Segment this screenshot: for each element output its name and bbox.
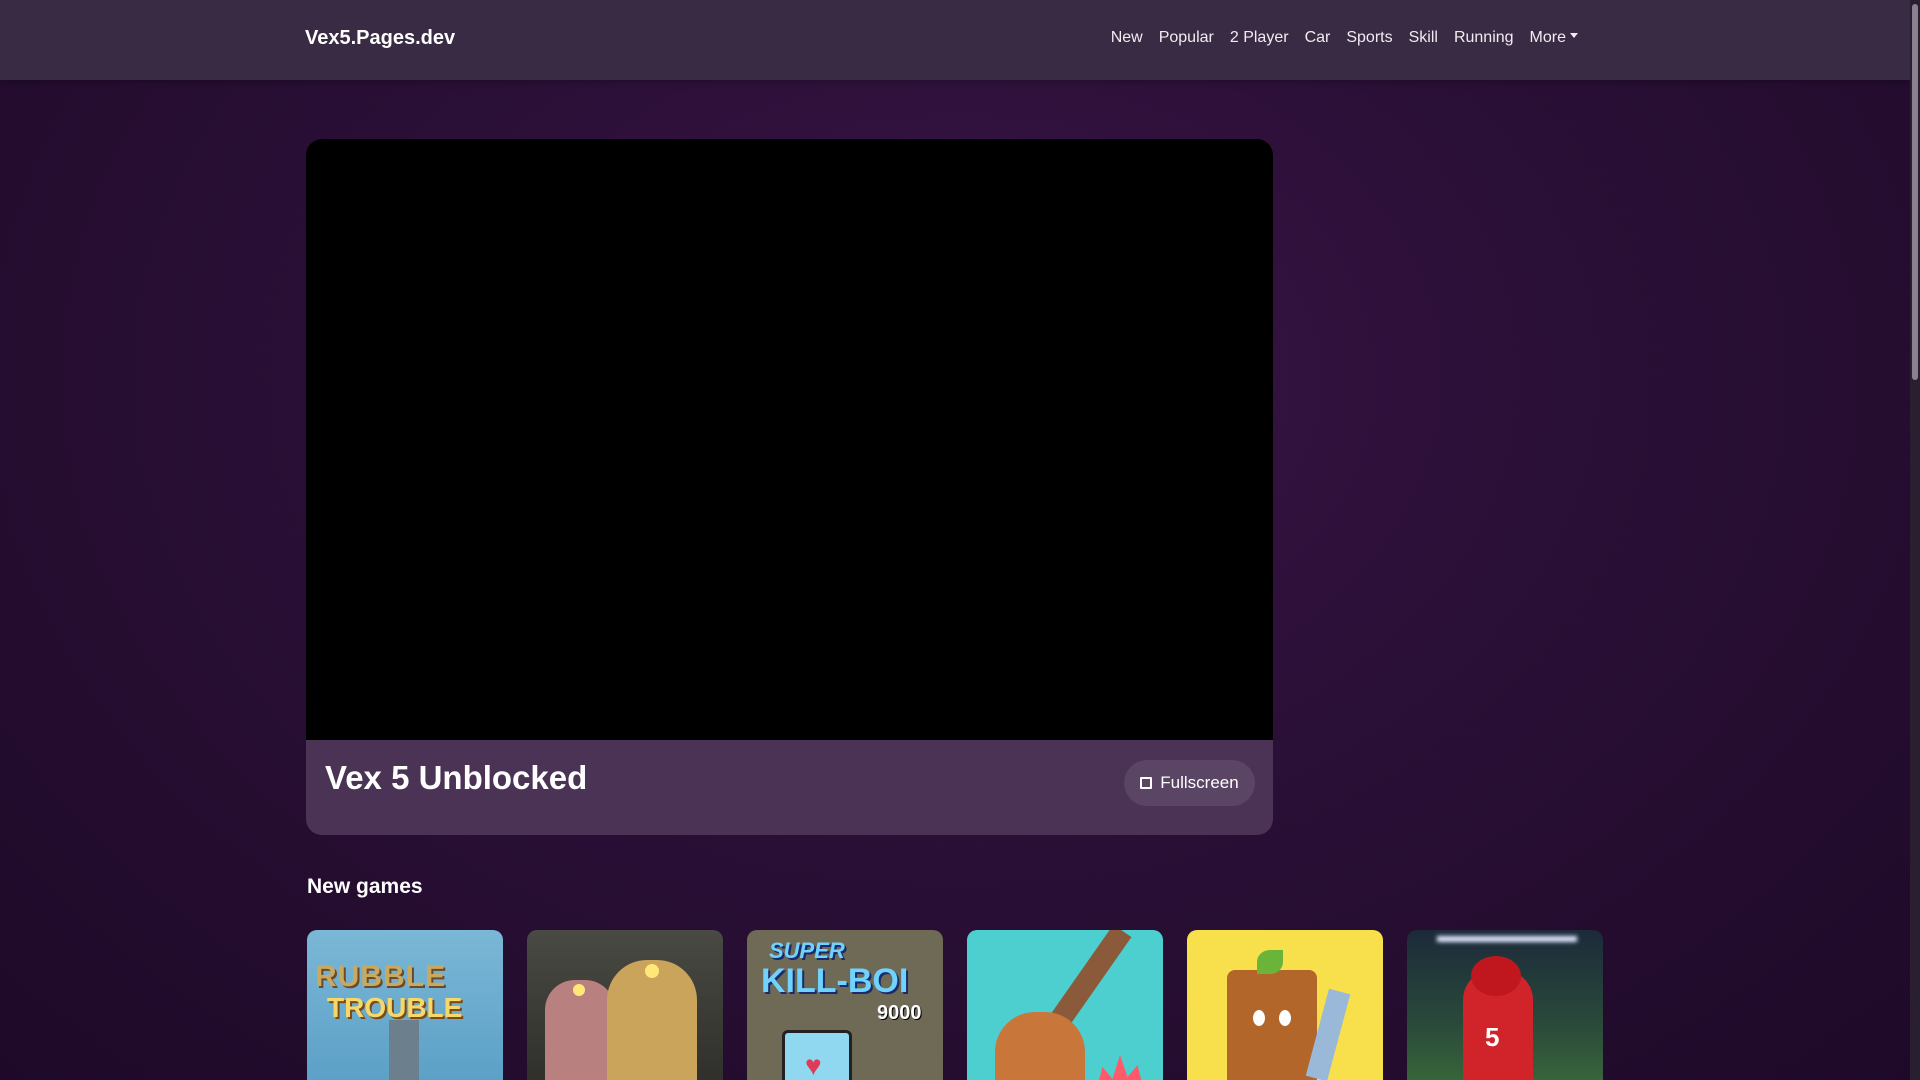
nav-link-skill[interactable]: Skill xyxy=(1409,29,1438,47)
nav-link-more-label: More xyxy=(1529,29,1566,46)
nav-links: New Popular 2 Player Car Sports Skill Ru… xyxy=(1111,29,1578,47)
nav-link-popular[interactable]: Popular xyxy=(1159,29,1214,47)
game-title: Vex 5 Unblocked xyxy=(325,759,588,796)
game-card: Vex 5 Unblocked Fullscreen xyxy=(306,139,1273,835)
thumb-3-title-line2: KILL-BOI xyxy=(761,962,909,1000)
thumb-6-helmet xyxy=(1471,956,1521,996)
game-thumb-rubble-trouble[interactable]: RUBBLE TROUBLE xyxy=(307,930,503,1080)
game-iframe[interactable] xyxy=(306,139,1273,740)
nav-link-2-player[interactable]: 2 Player xyxy=(1230,29,1289,47)
caret-down-icon xyxy=(1570,33,1578,39)
thumb-3-title-line1: SUPER xyxy=(769,938,845,963)
thumb-5-leaf xyxy=(1257,950,1283,974)
thumb-1-pillar xyxy=(389,1020,419,1080)
nav-link-running[interactable]: Running xyxy=(1454,29,1514,47)
game-thumb-fox[interactable] xyxy=(967,930,1163,1080)
fullscreen-button[interactable]: Fullscreen xyxy=(1124,760,1255,806)
page-scrollbar[interactable] xyxy=(1910,0,1920,1080)
thumb-1-title-line1: RUBBLE xyxy=(315,960,446,993)
game-thumb-super-kill-boi-9000[interactable]: SUPER KILL-BOI 9000 ♥ xyxy=(747,930,943,1080)
thumb-3-title-line3: 9000 xyxy=(877,1002,922,1024)
thumb-2-lamp xyxy=(645,964,659,978)
new-games-heading: New games xyxy=(307,875,423,898)
nav-dropdown-more[interactable]: More xyxy=(1530,29,1578,47)
thumb-2-lamp-small xyxy=(573,984,585,996)
nav-link-car[interactable]: Car xyxy=(1305,29,1331,47)
scrollbar-thumb[interactable] xyxy=(1912,4,1918,380)
nav-link-sports[interactable]: Sports xyxy=(1346,29,1392,47)
thumb-4-fox xyxy=(995,1012,1085,1080)
thumb-6-stadium-light xyxy=(1437,936,1577,942)
site-brand-link[interactable]: Vex5.Pages.dev xyxy=(305,27,455,50)
game-thumb-miners[interactable] xyxy=(527,930,723,1080)
nav-link-new[interactable]: New xyxy=(1111,29,1143,47)
thumb-4-burst xyxy=(1095,1055,1145,1080)
game-thumb-football[interactable]: 5 xyxy=(1407,930,1603,1080)
thumb-5-eye-right xyxy=(1279,1010,1291,1026)
thumb-5-eye-left xyxy=(1253,1010,1265,1026)
game-thumb-log[interactable] xyxy=(1187,930,1383,1080)
expand-icon xyxy=(1140,777,1153,789)
thumb-6-jersey-number: 5 xyxy=(1485,1022,1500,1052)
thumb-5-log-character xyxy=(1227,970,1317,1080)
new-games-grid: RUBBLE TROUBLE SUPER KILL-BOI 9000 ♥ 5 xyxy=(307,930,1603,1080)
heart-icon: ♥ xyxy=(805,1050,822,1080)
thumb-2-character-right xyxy=(607,960,697,1080)
fullscreen-label: Fullscreen xyxy=(1160,773,1239,792)
top-navbar: Vex5.Pages.dev New Popular 2 Player Car … xyxy=(0,0,1910,80)
